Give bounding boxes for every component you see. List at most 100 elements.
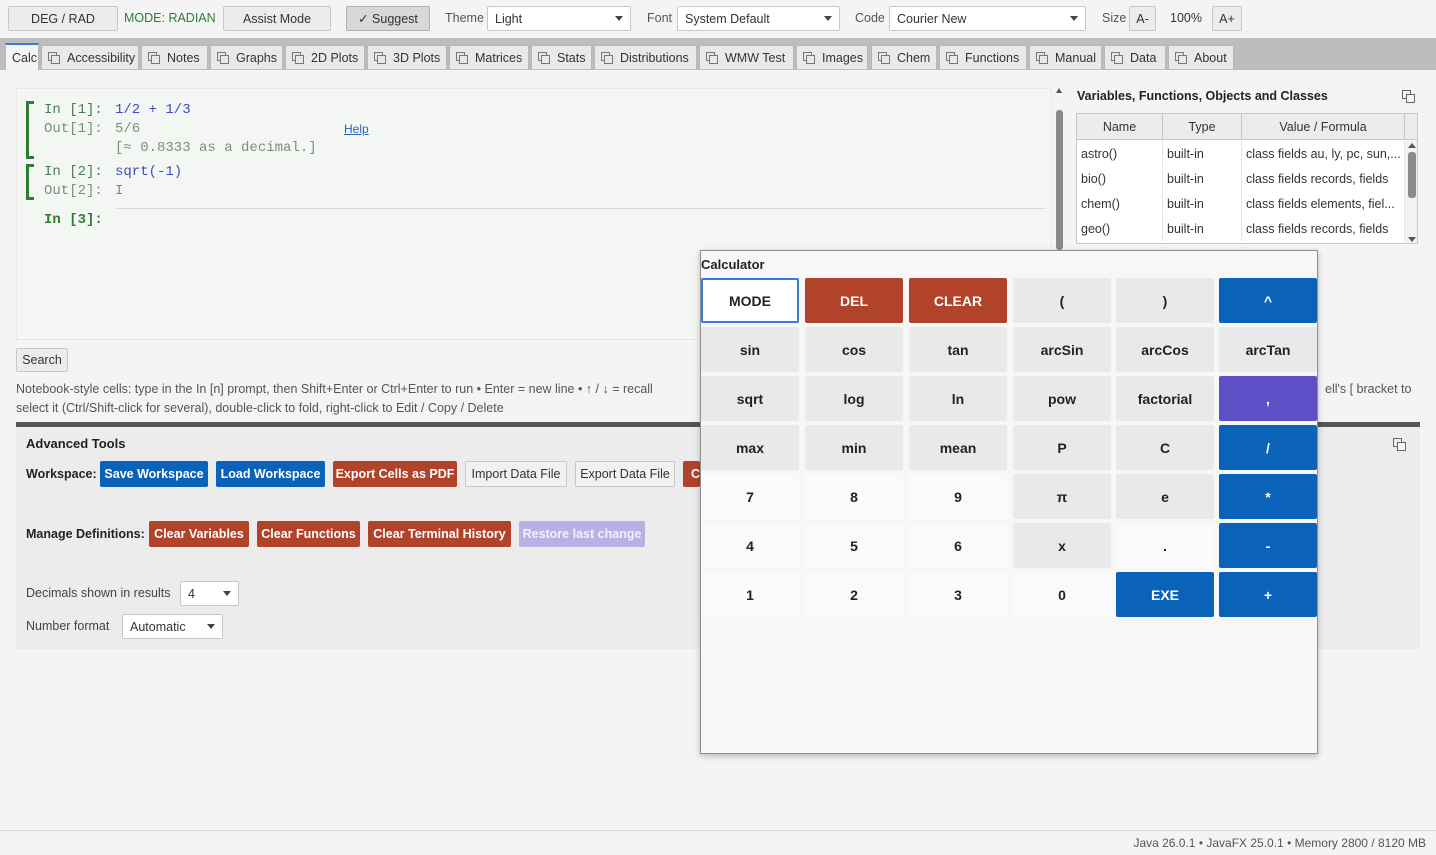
clear-variables-button[interactable]: Clear Variables (149, 521, 249, 547)
calc-key-7[interactable]: 7 (701, 474, 799, 519)
deg-rad-button[interactable]: DEG / RAD (8, 6, 118, 31)
calc-key-6[interactable]: 6 (909, 523, 1007, 568)
calc-key-sym35[interactable]: / (1219, 425, 1317, 470)
scroll-thumb[interactable] (1056, 110, 1063, 250)
cell-1-input[interactable]: 1/2 + 1/3 (115, 102, 191, 118)
size-increase-button[interactable]: A+ (1212, 6, 1242, 31)
tab-matrices[interactable]: Matrices (449, 45, 529, 69)
calc-key-4[interactable]: 4 (701, 523, 799, 568)
calc-key-sym43[interactable]: π (1013, 474, 1111, 519)
tab-data[interactable]: Data (1104, 45, 1166, 69)
calc-key-arccos[interactable]: arcCos (1116, 327, 1214, 372)
table-row[interactable]: geo() built-in class fields records, fie… (1077, 216, 1405, 241)
suggest-toggle[interactable]: ✓ Suggest (346, 6, 430, 31)
scroll-up-icon[interactable] (1408, 143, 1416, 148)
calc-key-sym54[interactable]: . (1116, 523, 1214, 568)
calc-key-sym45[interactable]: * (1219, 474, 1317, 519)
calc-key-clear[interactable]: CLEAR (909, 278, 1007, 323)
calc-key-mean[interactable]: mean (909, 425, 1007, 470)
theme-select[interactable]: Light (487, 6, 631, 31)
size-decrease-button[interactable]: A- (1129, 6, 1156, 31)
calc-key-sym55[interactable]: - (1219, 523, 1317, 568)
calc-key-cos[interactable]: cos (805, 327, 903, 372)
tab-about[interactable]: About (1168, 45, 1234, 69)
tab-notes[interactable]: Notes (141, 45, 208, 69)
load-workspace-button[interactable]: Load Workspace (216, 461, 325, 487)
cell-1-help-link[interactable]: Help (344, 122, 369, 136)
save-workspace-button[interactable]: Save Workspace (100, 461, 208, 487)
calc-key-mode[interactable]: MODE (701, 278, 799, 323)
export-data-file-button[interactable]: Export Data File (575, 461, 675, 487)
font-select[interactable]: System Default (677, 6, 840, 31)
decimals-select[interactable]: 4 (180, 581, 239, 606)
tab-3d-plots[interactable]: 3D Plots (367, 45, 447, 69)
clear-functions-button[interactable]: Clear Functions (257, 521, 360, 547)
tab-graphs[interactable]: Graphs (210, 45, 283, 69)
cell-2-input[interactable]: sqrt(-1) (115, 164, 182, 180)
calc-key-factorial[interactable]: factorial (1116, 376, 1214, 421)
column-header-value[interactable]: Value / Formula (1242, 114, 1405, 140)
tab-manual[interactable]: Manual (1029, 45, 1102, 69)
calc-key-ln[interactable]: ln (909, 376, 1007, 421)
calc-key-e[interactable]: e (1116, 474, 1214, 519)
table-row[interactable]: bio() built-in class fields records, fie… (1077, 166, 1405, 191)
calc-key-c[interactable]: C (1116, 425, 1214, 470)
table-row[interactable]: chem() built-in class fields elements, f… (1077, 191, 1405, 216)
scroll-up-icon[interactable] (1056, 88, 1062, 93)
variables-scrollbar[interactable] (1405, 140, 1417, 243)
calc-key-log[interactable]: log (805, 376, 903, 421)
calc-key-9[interactable]: 9 (909, 474, 1007, 519)
calc-key-p[interactable]: P (1013, 425, 1111, 470)
notebook-scrollbar[interactable] (1055, 86, 1064, 256)
cell-3-input[interactable] (116, 210, 1046, 232)
calc-key-del[interactable]: DEL (805, 278, 903, 323)
tab-distributions[interactable]: Distributions (594, 45, 697, 69)
export-cells-pdf-button[interactable]: Export Cells as PDF (333, 461, 457, 487)
tab-calc[interactable]: Calc (5, 43, 39, 70)
calc-key-arcsin[interactable]: arcSin (1013, 327, 1111, 372)
calc-key-pow[interactable]: pow (1013, 376, 1111, 421)
column-header-type[interactable]: Type (1163, 114, 1242, 140)
tab-2d-plots[interactable]: 2D Plots (285, 45, 365, 69)
calc-key-sym04[interactable]: ) (1116, 278, 1214, 323)
calc-key-0[interactable]: 0 (1013, 572, 1111, 617)
calc-key-sym05[interactable]: ^ (1219, 278, 1317, 323)
assist-mode-button[interactable]: Assist Mode (223, 6, 331, 31)
search-button[interactable]: Search (16, 348, 68, 372)
scroll-thumb[interactable] (1408, 152, 1416, 198)
column-header-name[interactable]: Name (1077, 114, 1163, 140)
calc-key-min[interactable]: min (805, 425, 903, 470)
calc-key-3[interactable]: 3 (909, 572, 1007, 617)
restore-last-change-button[interactable]: Restore last change (519, 521, 645, 547)
calc-key-sin[interactable]: sin (701, 327, 799, 372)
import-data-file-button[interactable]: Import Data File (465, 461, 567, 487)
tab-stats[interactable]: Stats (531, 45, 592, 69)
scroll-down-icon[interactable] (1408, 237, 1416, 242)
calc-key-8[interactable]: 8 (805, 474, 903, 519)
calc-key-max[interactable]: max (701, 425, 799, 470)
calc-key-1[interactable]: 1 (701, 572, 799, 617)
calc-key-sqrt[interactable]: sqrt (701, 376, 799, 421)
tab-functions[interactable]: Functions (939, 45, 1027, 69)
calc-key-5[interactable]: 5 (805, 523, 903, 568)
calc-key-x[interactable]: x (1013, 523, 1111, 568)
calc-key-tan[interactable]: tan (909, 327, 1007, 372)
tab-wmw-test[interactable]: WMW Test (699, 45, 794, 69)
calc-key-arctan[interactable]: arcTan (1219, 327, 1317, 372)
cell-1-bracket[interactable] (26, 101, 34, 159)
detach-panel-icon[interactable] (1393, 438, 1406, 451)
calc-key-2[interactable]: 2 (805, 572, 903, 617)
detach-panel-icon[interactable] (1402, 90, 1415, 103)
tab-chem[interactable]: Chem (871, 45, 937, 69)
code-font-select[interactable]: Courier New (889, 6, 1086, 31)
table-row[interactable]: astro() built-in class fields au, ly, pc… (1077, 141, 1405, 166)
clipped-button[interactable]: C (683, 461, 700, 487)
clear-terminal-history-button[interactable]: Clear Terminal History (368, 521, 511, 547)
tab-images[interactable]: Images (796, 45, 868, 69)
calc-key-exe[interactable]: EXE (1116, 572, 1214, 617)
tab-accessibility[interactable]: Accessibility (41, 45, 139, 69)
calc-key-sym03[interactable]: ( (1013, 278, 1111, 323)
cell-2-bracket[interactable] (26, 164, 34, 200)
calc-key-sym65[interactable]: + (1219, 572, 1317, 617)
number-format-select[interactable]: Automatic (122, 614, 223, 639)
